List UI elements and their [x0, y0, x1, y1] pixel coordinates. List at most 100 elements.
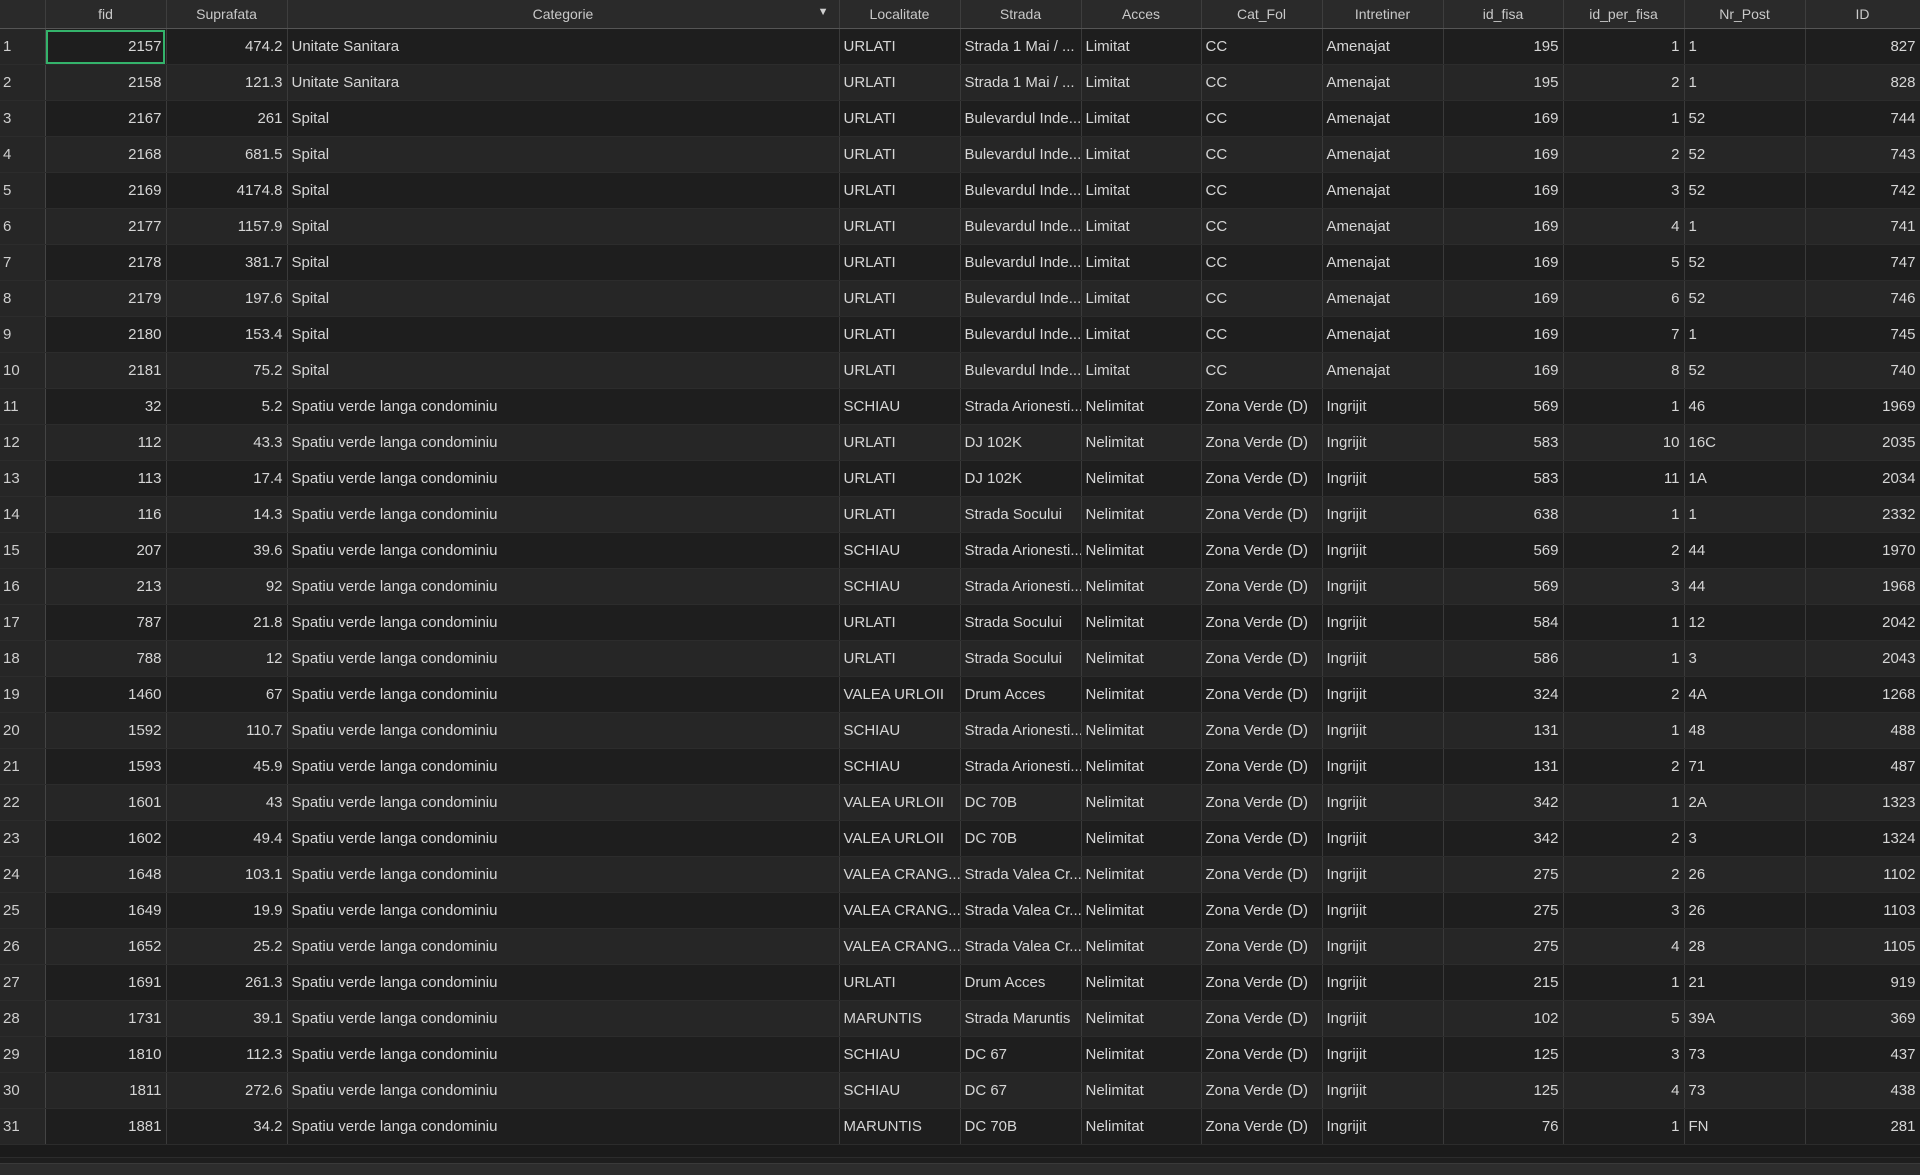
cell-localitate[interactable]: SCHIAU: [839, 748, 961, 785]
cell-intretiner[interactable]: Ingrijit: [1322, 640, 1444, 677]
cell-fid[interactable]: 116: [45, 496, 167, 533]
cell-cat-fol[interactable]: Zona Verde (D): [1201, 388, 1323, 425]
cell-nr-post[interactable]: 52: [1684, 352, 1806, 389]
cell-id-per-fisa[interactable]: 2: [1563, 820, 1685, 857]
cell-nr-post[interactable]: 1: [1684, 208, 1806, 245]
cell-intretiner[interactable]: Ingrijit: [1322, 388, 1444, 425]
cell-id-fisa[interactable]: 131: [1443, 712, 1564, 749]
cell-categorie[interactable]: Spital: [287, 244, 840, 281]
cell-suprafata[interactable]: 17.4: [166, 460, 288, 497]
table-row[interactable]: 24 1648 103.1 Spatiu verde langa condominiu…: [0, 856, 1920, 893]
table-row[interactable]: 22 1601 43 Spatiu verde langa condominiu VAL…: [0, 784, 1920, 821]
cell-id-per-fisa[interactable]: 1: [1563, 604, 1685, 641]
cell-nr-post[interactable]: 52: [1684, 244, 1806, 281]
cell-suprafata[interactable]: 43.3: [166, 424, 288, 461]
cell-intretiner[interactable]: Ingrijit: [1322, 1108, 1444, 1145]
cell-id[interactable]: 2042: [1805, 604, 1920, 641]
cell-cat-fol[interactable]: Zona Verde (D): [1201, 496, 1323, 533]
cell-intretiner[interactable]: Ingrijit: [1322, 928, 1444, 965]
cell-categorie[interactable]: Spatiu verde langa condominiu: [287, 568, 840, 605]
cell-id[interactable]: 742: [1805, 172, 1920, 209]
cell-id[interactable]: 2034: [1805, 460, 1920, 497]
table-row[interactable]: 6 2177 1157.9 Spital URLATI Bulevardul Inde..…: [0, 208, 1920, 245]
cell-categorie[interactable]: Spital: [287, 100, 840, 137]
cell-localitate[interactable]: URLATI: [839, 316, 961, 353]
cell-localitate[interactable]: VALEA URLOII: [839, 820, 961, 857]
row-number[interactable]: 3: [0, 100, 46, 137]
cell-intretiner[interactable]: Amenajat: [1322, 64, 1444, 101]
cell-intretiner[interactable]: Ingrijit: [1322, 604, 1444, 641]
cell-suprafata[interactable]: 112.3: [166, 1036, 288, 1073]
cell-acces[interactable]: Limitat: [1081, 244, 1202, 281]
cell-localitate[interactable]: URLATI: [839, 640, 961, 677]
row-number[interactable]: 17: [0, 604, 46, 641]
cell-strada[interactable]: Bulevardul Inde...: [960, 316, 1082, 353]
cell-id-per-fisa[interactable]: 8: [1563, 352, 1685, 389]
table-row[interactable]: 28 1731 39.1 Spatiu verde langa condominiu M…: [0, 1000, 1920, 1037]
cell-categorie[interactable]: Spatiu verde langa condominiu: [287, 892, 840, 929]
cell-categorie[interactable]: Spital: [287, 352, 840, 389]
cell-intretiner[interactable]: Amenajat: [1322, 244, 1444, 281]
cell-intretiner[interactable]: Ingrijit: [1322, 892, 1444, 929]
cell-acces[interactable]: Nelimitat: [1081, 928, 1202, 965]
cell-suprafata[interactable]: 5.2: [166, 388, 288, 425]
cell-localitate[interactable]: URLATI: [839, 136, 961, 173]
cell-intretiner[interactable]: Amenajat: [1322, 136, 1444, 173]
cell-fid[interactable]: 112: [45, 424, 167, 461]
row-number[interactable]: 8: [0, 280, 46, 317]
cell-suprafata[interactable]: 43: [166, 784, 288, 821]
table-row[interactable]: 26 1652 25.2 Spatiu verde langa condominiu V…: [0, 928, 1920, 965]
cell-fid[interactable]: 1601: [45, 784, 167, 821]
row-number[interactable]: 2: [0, 64, 46, 101]
cell-acces[interactable]: Nelimitat: [1081, 964, 1202, 1001]
cell-id-fisa[interactable]: 131: [1443, 748, 1564, 785]
cell-fid[interactable]: 1731: [45, 1000, 167, 1037]
table-row[interactable]: 5 2169 4174.8 Spital URLATI Bulevardul Inde..…: [0, 172, 1920, 209]
row-number[interactable]: 16: [0, 568, 46, 605]
cell-suprafata[interactable]: 12: [166, 640, 288, 677]
cell-categorie[interactable]: Spatiu verde langa condominiu: [287, 1036, 840, 1073]
cell-fid[interactable]: 2169: [45, 172, 167, 209]
cell-acces[interactable]: Nelimitat: [1081, 460, 1202, 497]
cell-categorie[interactable]: Spatiu verde langa condominiu: [287, 496, 840, 533]
cell-fid[interactable]: 1652: [45, 928, 167, 965]
cell-cat-fol[interactable]: Zona Verde (D): [1201, 676, 1323, 713]
cell-id-per-fisa[interactable]: 11: [1563, 460, 1685, 497]
cell-fid[interactable]: 2178: [45, 244, 167, 281]
table-row[interactable]: 13 113 17.4 Spatiu verde langa condominiu UR…: [0, 460, 1920, 497]
row-number[interactable]: 28: [0, 1000, 46, 1037]
cell-fid[interactable]: 1691: [45, 964, 167, 1001]
cell-nr-post[interactable]: 39A: [1684, 1000, 1806, 1037]
cell-id[interactable]: 1102: [1805, 856, 1920, 893]
cell-strada[interactable]: Strada Arionesti...: [960, 568, 1082, 605]
cell-intretiner[interactable]: Ingrijit: [1322, 424, 1444, 461]
cell-acces[interactable]: Limitat: [1081, 64, 1202, 101]
cell-suprafata[interactable]: 25.2: [166, 928, 288, 965]
cell-id-fisa[interactable]: 169: [1443, 244, 1564, 281]
cell-suprafata[interactable]: 197.6: [166, 280, 288, 317]
cell-cat-fol[interactable]: Zona Verde (D): [1201, 1000, 1323, 1037]
cell-intretiner[interactable]: Ingrijit: [1322, 856, 1444, 893]
cell-acces[interactable]: Nelimitat: [1081, 532, 1202, 569]
cell-categorie[interactable]: Spital: [287, 280, 840, 317]
column-header-id[interactable]: ID: [1805, 0, 1920, 29]
cell-localitate[interactable]: URLATI: [839, 424, 961, 461]
cell-suprafata[interactable]: 21.8: [166, 604, 288, 641]
cell-nr-post[interactable]: 52: [1684, 100, 1806, 137]
cell-id-per-fisa[interactable]: 1: [1563, 640, 1685, 677]
cell-id[interactable]: 741: [1805, 208, 1920, 245]
cell-id-fisa[interactable]: 169: [1443, 316, 1564, 353]
cell-acces[interactable]: Limitat: [1081, 208, 1202, 245]
horizontal-scrollbar[interactable]: [0, 1163, 1920, 1175]
cell-suprafata[interactable]: 4174.8: [166, 172, 288, 209]
cell-id-per-fisa[interactable]: 6: [1563, 280, 1685, 317]
cell-acces[interactable]: Nelimitat: [1081, 604, 1202, 641]
cell-intretiner[interactable]: Ingrijit: [1322, 712, 1444, 749]
cell-id-per-fisa[interactable]: 2: [1563, 748, 1685, 785]
cell-strada[interactable]: Strada Arionesti...: [960, 748, 1082, 785]
cell-id[interactable]: 919: [1805, 964, 1920, 1001]
cell-suprafata[interactable]: 681.5: [166, 136, 288, 173]
cell-nr-post[interactable]: 1: [1684, 64, 1806, 101]
cell-acces[interactable]: Nelimitat: [1081, 1108, 1202, 1145]
cell-strada[interactable]: DJ 102K: [960, 424, 1082, 461]
